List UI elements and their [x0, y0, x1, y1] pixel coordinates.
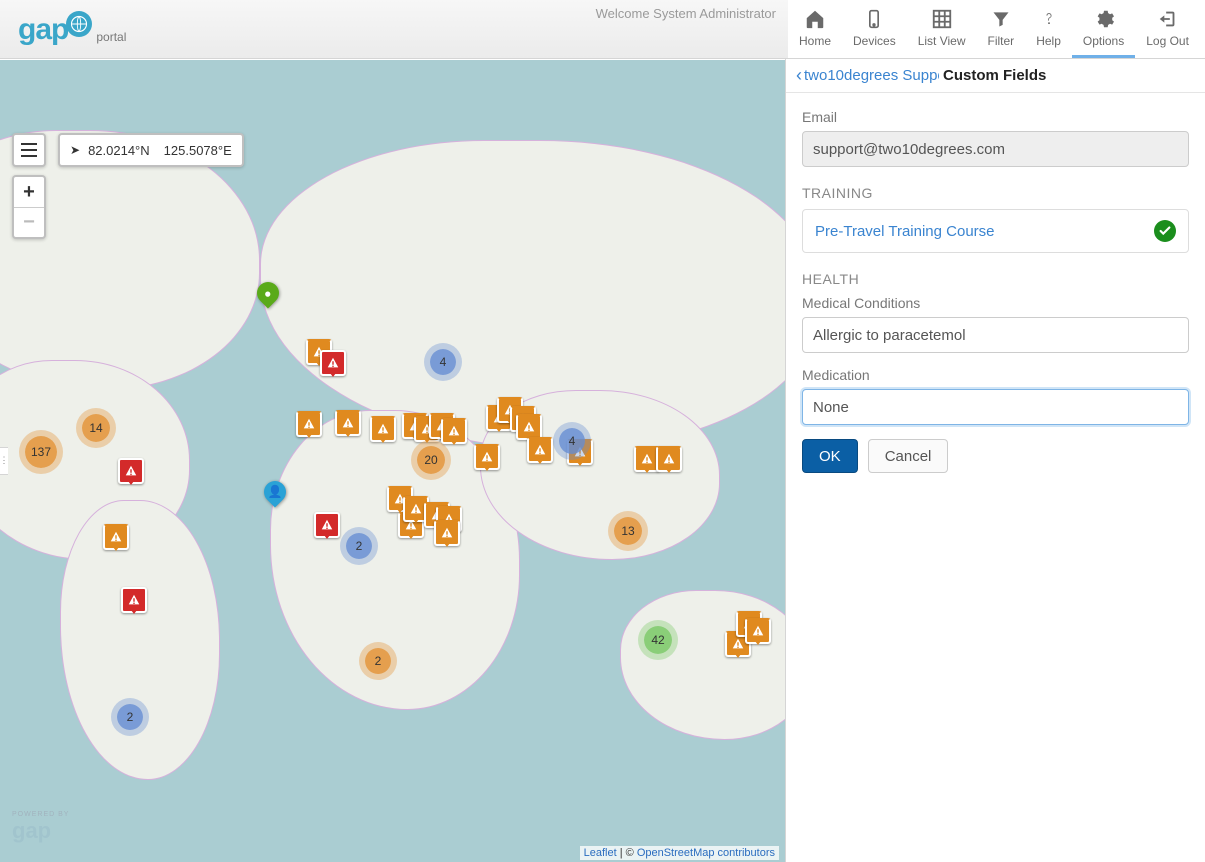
panel-resize-handle[interactable]: ⋮	[0, 447, 8, 475]
health-section: HEALTH	[802, 271, 1189, 287]
map-coords: ➤ 82.0214°N 125.5078°E	[58, 133, 244, 167]
logo-gap: gap	[18, 13, 68, 47]
map-alert-marker[interactable]	[335, 410, 361, 436]
map-cluster[interactable]: 4	[559, 428, 585, 454]
nav-label: Filter	[988, 34, 1015, 48]
cursor-icon: ➤	[70, 143, 80, 157]
map-cluster[interactable]: 2	[365, 648, 391, 674]
nav-label: Home	[799, 34, 831, 48]
top-nav: Home Devices List View Filter Help Options Log…	[788, 0, 1205, 58]
logout-icon	[1157, 6, 1179, 32]
welcome-text: Welcome System Administrator	[596, 6, 776, 21]
osm-link[interactable]: OpenStreetMap contributors	[637, 847, 775, 859]
map-alert-marker[interactable]	[103, 524, 129, 550]
grid-icon	[931, 6, 953, 32]
gear-icon	[1093, 6, 1115, 32]
nav-label: Devices	[853, 34, 896, 48]
nav-home[interactable]: Home	[788, 0, 842, 58]
map-alert-marker[interactable]	[118, 458, 144, 484]
nav-filter[interactable]: Filter	[977, 0, 1026, 58]
email-label: Email	[802, 109, 1189, 125]
back-chevron-icon[interactable]: ‹	[796, 65, 802, 86]
breadcrumb: ‹ two10degrees Suppo Custom Fields	[786, 59, 1205, 93]
map-alert-marker[interactable]	[370, 416, 396, 442]
map-alert-marker[interactable]	[320, 350, 346, 376]
nav-help[interactable]: Help	[1025, 0, 1072, 58]
mobile-icon	[864, 6, 884, 32]
map-alert-marker[interactable]	[314, 512, 340, 538]
map-cluster[interactable]: 20	[417, 446, 445, 474]
medication-field[interactable]	[802, 389, 1189, 425]
breadcrumb-current: Custom Fields	[943, 67, 1046, 84]
map-cluster[interactable]: 2	[346, 533, 372, 559]
training-item-label: Pre-Travel Training Course	[815, 223, 995, 240]
map-attribution: Leaflet | © OpenStreetMap contributors	[580, 846, 779, 860]
map-cluster[interactable]: 13	[614, 517, 642, 545]
map-alert-marker[interactable]	[745, 618, 771, 644]
map-cluster[interactable]: 4	[430, 349, 456, 375]
globe-icon	[66, 11, 92, 37]
zoom-control: + −	[12, 175, 46, 239]
nav-devices[interactable]: Devices	[842, 0, 907, 58]
map-pin[interactable]: 👤	[264, 481, 286, 503]
zoom-out-button: −	[14, 207, 44, 237]
nav-label: Log Out	[1146, 34, 1189, 48]
breadcrumb-back[interactable]: two10degrees Suppo	[804, 67, 939, 84]
logo-portal: portal	[96, 30, 126, 44]
question-icon	[1039, 6, 1059, 32]
map-cluster[interactable]: 137	[25, 436, 57, 468]
training-section: TRAINING	[802, 185, 1189, 201]
medical-conditions-field[interactable]	[802, 317, 1189, 353]
map-alert-marker[interactable]	[656, 446, 682, 472]
map-alert-marker[interactable]	[434, 520, 460, 546]
nav-list-view[interactable]: List View	[907, 0, 977, 58]
zoom-in-button[interactable]: +	[14, 177, 44, 207]
map-alert-marker[interactable]	[527, 437, 553, 463]
check-icon	[1154, 220, 1176, 242]
powered-by-logo: POWERED BY gap	[12, 811, 69, 844]
medication-label: Medication	[802, 367, 1189, 383]
map-alert-marker[interactable]	[441, 418, 467, 444]
coord-lon: 125.5078°E	[164, 143, 232, 158]
map[interactable]: ➤ 82.0214°N 125.5078°E + − POWERED BY ga…	[0, 59, 785, 862]
map-alert-marker[interactable]	[474, 444, 500, 470]
map-cluster[interactable]: 2	[117, 704, 143, 730]
cancel-button[interactable]: Cancel	[868, 439, 949, 473]
nav-options[interactable]: Options	[1072, 0, 1135, 58]
nav-label: Help	[1036, 34, 1061, 48]
filter-icon	[991, 6, 1011, 32]
map-cluster[interactable]: 14	[82, 414, 110, 442]
email-field	[802, 131, 1189, 167]
nav-label: Options	[1083, 34, 1124, 48]
map-cluster[interactable]: 42	[644, 626, 672, 654]
map-layers-button[interactable]	[12, 133, 46, 167]
nav-label: List View	[918, 34, 966, 48]
leaflet-link[interactable]: Leaflet	[584, 847, 617, 859]
ok-button[interactable]: OK	[802, 439, 858, 473]
nav-log-out[interactable]: Log Out	[1135, 0, 1200, 58]
medcond-label: Medical Conditions	[802, 295, 1189, 311]
map-pin[interactable]: ●	[257, 282, 279, 304]
coord-lat: 82.0214°N	[88, 143, 150, 158]
map-alert-marker[interactable]	[296, 411, 322, 437]
home-icon	[804, 6, 826, 32]
map-alert-marker[interactable]	[121, 587, 147, 613]
training-item[interactable]: Pre-Travel Training Course	[802, 209, 1189, 253]
logo: gap portal	[18, 11, 126, 47]
